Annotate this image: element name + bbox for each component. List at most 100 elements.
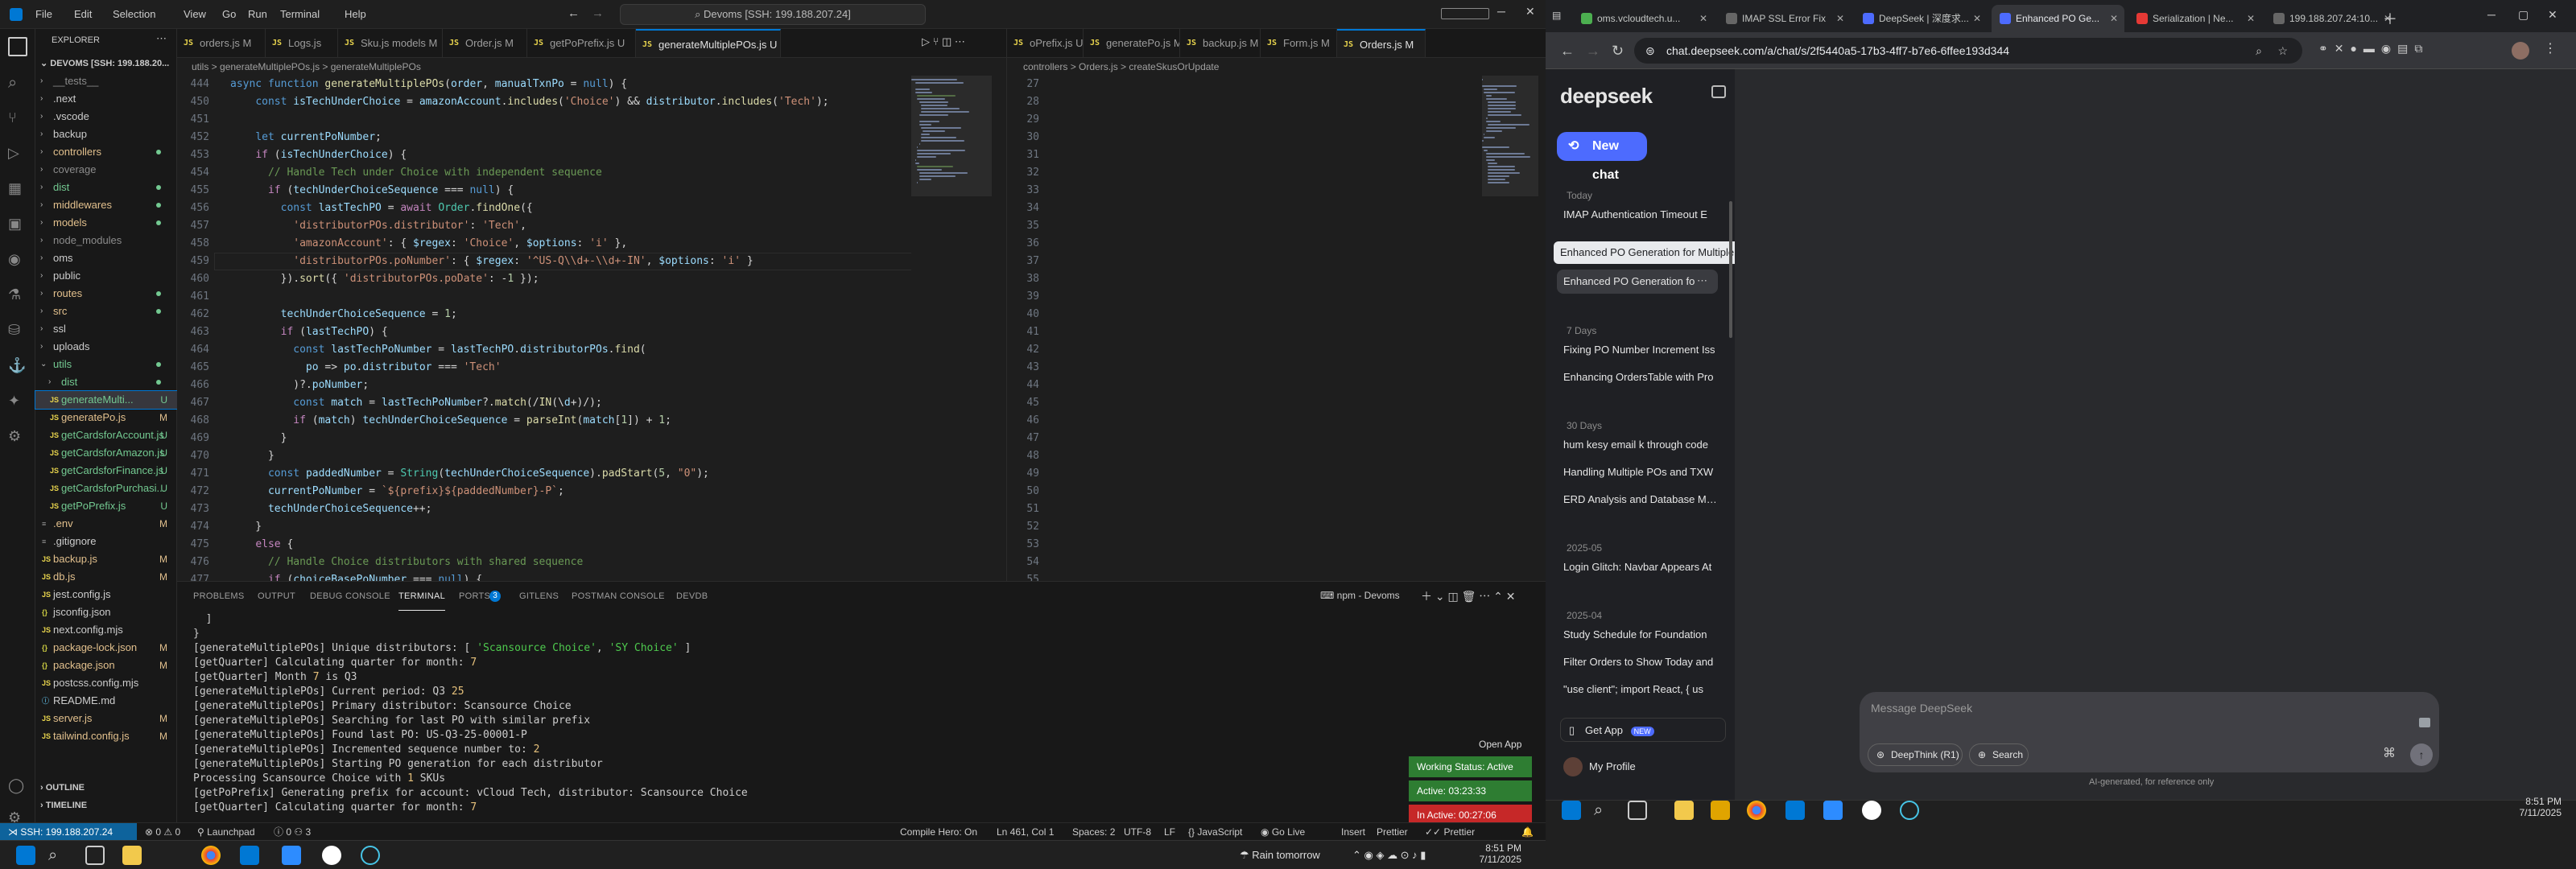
go-live-status[interactable]: ◉ Go Live	[1261, 823, 1305, 841]
send-button[interactable]: ↑	[2410, 743, 2433, 766]
source-control-icon[interactable]: ⑂	[8, 109, 27, 129]
browser-tab[interactable]: DeepSeek | 深度求... ✕	[1855, 5, 1988, 32]
editor-tab[interactable]: JS Sku.js models M	[338, 29, 443, 57]
tree-item[interactable]: › uploads	[35, 338, 177, 356]
site-info-icon[interactable]: ⊜	[1645, 38, 1655, 64]
chat-history-item[interactable]: IMAP Authentication Timeout E	[1557, 203, 1718, 227]
code-line[interactable]: const match = lastTechPoNumber?.match(/I…	[230, 394, 602, 412]
tree-item[interactable]: › public	[35, 267, 177, 285]
tree-item[interactable]: JS getCardsforPurchasi... U	[35, 480, 177, 497]
menu-edit[interactable]: Edit	[74, 0, 92, 29]
tree-item[interactable]: {} jsconfig.json	[35, 603, 177, 621]
tree-item[interactable]: › src	[35, 303, 177, 320]
file-explorer-icon[interactable]	[1674, 801, 1694, 820]
chat-history-item[interactable]: "use client"; import React, { us	[1557, 677, 1718, 702]
tab-search-icon[interactable]: ▤	[1552, 10, 1561, 21]
prettier-status-2[interactable]: ✓✓ Prettier	[1425, 823, 1475, 841]
left-code-editor[interactable]: 444 450 451 452 453 454 455 456 457 458 459 460 461 4…	[177, 76, 1006, 581]
message-input[interactable]: Message DeepSeek	[1871, 702, 1972, 715]
browser-tab[interactable]: oms.vcloudtech.u... ✕	[1573, 5, 1714, 32]
extension-icons[interactable]: ⚭✕●▬◉▤⧉	[2318, 42, 2429, 56]
tree-item[interactable]: › ssl	[35, 320, 177, 338]
menu-go[interactable]: Go	[222, 0, 236, 29]
test-icon[interactable]: ⚗	[8, 286, 27, 306]
maximize-icon[interactable]: ▢	[2518, 8, 2529, 22]
editor-tab[interactable]: JS orders.js M	[177, 29, 266, 57]
new-chat-button[interactable]: ⟲ New chat	[1557, 132, 1647, 182]
clock[interactable]: 8:51 PM 7/11/2025	[1465, 842, 1522, 865]
reload-icon[interactable]: ↻	[1612, 42, 1624, 60]
eol-status[interactable]: LF	[1164, 823, 1175, 841]
code-line[interactable]: const isTechUnderChoice = amazonAccount.…	[230, 93, 828, 111]
panel-tab-gitlens[interactable]: GITLENS	[519, 582, 559, 611]
code-line[interactable]: }	[230, 447, 275, 465]
windows-start-icon[interactable]	[16, 846, 35, 865]
right-code-editor[interactable]: 27 28 29 30 31 32 33 34 35 36 37 38 39 40 41 42 43 44 45 46…	[1006, 76, 1546, 581]
panel-tab-postman-console[interactable]: POSTMAN CONSOLE	[572, 582, 665, 611]
tree-item[interactable]: › backup	[35, 126, 177, 143]
tree-item[interactable]: ≡ .gitignore	[35, 533, 177, 550]
extensions-icon[interactable]: ▦	[8, 180, 27, 200]
code-line[interactable]: }	[230, 518, 262, 536]
tree-item[interactable]: › dist	[35, 373, 177, 391]
menu-selection[interactable]: Selection	[113, 0, 155, 29]
language-mode[interactable]: {} JavaScript	[1188, 823, 1242, 841]
command-center-search[interactable]: ⌕ Devoms [SSH: 199.188.207.24]	[620, 4, 926, 25]
new-tab-button[interactable]: ＋	[2383, 8, 2397, 29]
tree-item[interactable]: › dist	[35, 179, 177, 196]
problems-status[interactable]: ⊗ 0 ⚠ 0	[145, 823, 180, 841]
bookmark-star-icon[interactable]: ☆	[2277, 38, 2288, 64]
app-icon[interactable]	[322, 846, 341, 865]
zoom-icon[interactable]	[282, 846, 301, 865]
code-line[interactable]: po => po.distributor === 'Tech'	[230, 359, 502, 377]
code-line[interactable]: )?.poNumber;	[230, 377, 369, 394]
editor-actions-left[interactable]: ▷ ⑂ ◫ ⋯	[922, 35, 965, 48]
tree-item[interactable]: JS postcss.config.mjs	[35, 674, 177, 692]
profile-avatar[interactable]	[2512, 42, 2529, 60]
launchpad-status[interactable]: ⚲ Launchpad	[197, 823, 255, 841]
code-line[interactable]: let currentPoNumber;	[230, 129, 382, 146]
outline-section[interactable]: › OUTLINE	[40, 783, 85, 793]
open-app-button[interactable]: Open App	[1479, 739, 1521, 750]
close-tab-icon[interactable]: ✕	[2110, 5, 2118, 32]
tree-item[interactable]: ⌄ utils	[35, 356, 177, 373]
electron-app-icon[interactable]	[1900, 801, 1919, 820]
left-minimap[interactable]	[911, 76, 992, 581]
chat-history-item[interactable]: Handling Multiple POs and TXW	[1557, 460, 1718, 484]
chat-history-item[interactable]: Fixing PO Number Increment Iss	[1557, 338, 1718, 362]
close-window-icon[interactable]: ✕	[1525, 5, 1535, 19]
weather-widget[interactable]: ☂ Rain tomorrow	[1240, 849, 1320, 862]
editor-tab[interactable]: JS Logs.js	[266, 29, 338, 57]
accounts-icon[interactable]: ◯	[8, 777, 27, 797]
panel-tab-ports[interactable]: PORTS	[459, 582, 490, 611]
windows-start-icon[interactable]	[1562, 801, 1581, 820]
sidebar-scrollbar[interactable]	[1729, 201, 1732, 338]
panel-tab-output[interactable]: OUTPUT	[258, 582, 295, 611]
code-line[interactable]: if (isTechUnderChoice) {	[230, 146, 407, 164]
tree-item[interactable]: JS getCardsforAmazon.js U	[35, 444, 177, 462]
forward-arrow-icon[interactable]: →	[592, 6, 604, 20]
code-line[interactable]: }).sort({ 'distributorPOs.poDate': -1 })…	[230, 270, 539, 288]
remote-explorer-icon[interactable]: ▣	[8, 216, 27, 235]
editor-tab[interactable]: JS getPoPrefix.js U	[527, 29, 636, 57]
minimap-viewport[interactable]	[1482, 76, 1538, 196]
code-line[interactable]: if (lastTechPO) {	[230, 323, 388, 341]
explorer-icon[interactable]	[8, 37, 27, 56]
tree-item[interactable]: ≡ .env M	[35, 515, 177, 533]
tree-item[interactable]: JS getCardsforAccount.js U	[35, 426, 177, 444]
back-arrow-icon[interactable]: ←	[568, 6, 580, 20]
browser-tab[interactable]: IMAP SSL Error Fix ✕	[1718, 5, 1851, 32]
task-view-icon[interactable]	[1628, 801, 1647, 820]
search-icon[interactable]: ⌕	[1594, 801, 1613, 820]
editor-tab[interactable]: JS Form.js M	[1261, 29, 1337, 57]
tree-item[interactable]: {} package.json M	[35, 657, 177, 674]
tray-icons[interactable]: ⌃ ◉ ◈ ☁ ⊙ ♪ ▮	[1352, 849, 1426, 862]
collapse-sidebar-icon[interactable]	[1711, 85, 1726, 98]
chat-history-item[interactable]: Login Glitch: Navbar Appears At	[1557, 555, 1718, 579]
more-options-icon[interactable]: ⋯	[1697, 274, 1707, 287]
search-icon[interactable]: ⌕	[48, 846, 68, 865]
code-line[interactable]: techUnderChoiceSequence++;	[230, 500, 432, 518]
tree-item[interactable]: › .vscode	[35, 108, 177, 126]
tree-item[interactable]: JS jest.config.js	[35, 586, 177, 603]
panel-actions[interactable]: ＋ ⌄ ◫ 🗑 ⋯ ⌃ ✕	[1421, 588, 1516, 604]
